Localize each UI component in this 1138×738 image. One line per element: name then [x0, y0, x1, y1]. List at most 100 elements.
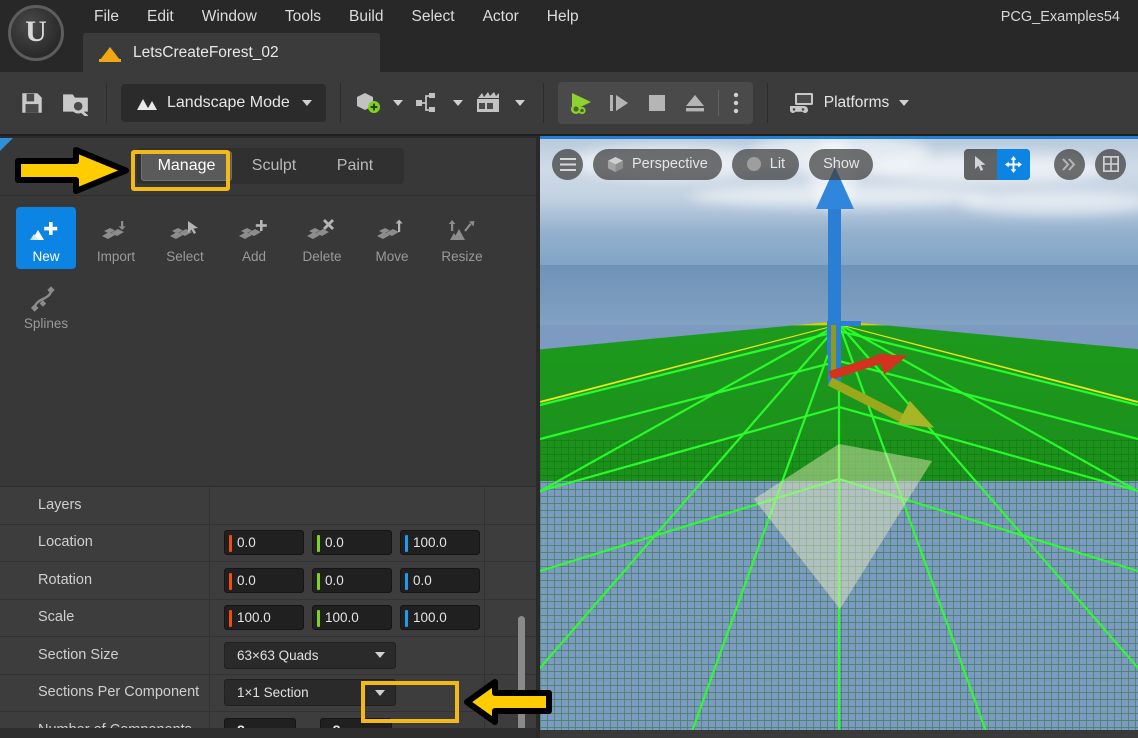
- stop-button[interactable]: [638, 84, 676, 122]
- menu-window[interactable]: Window: [188, 0, 271, 33]
- scale-x-input[interactable]: 100.0: [224, 605, 304, 631]
- tool-move[interactable]: Move: [362, 207, 422, 269]
- viewport-bottom-bar: [540, 730, 1138, 738]
- splines-icon: [29, 282, 63, 316]
- viewport-layout-icon: [1102, 156, 1119, 172]
- translate-mode-button[interactable]: [997, 148, 1030, 180]
- blueprints-dropdown[interactable]: [409, 84, 469, 122]
- more-options-icon: [733, 92, 738, 114]
- chevron-down-icon: [514, 100, 525, 106]
- annotation-arrow-left: [464, 679, 552, 725]
- eject-icon: [685, 95, 704, 112]
- unreal-editor-window: U File Edit Window Tools Build Select Ac…: [0, 0, 1138, 738]
- unreal-logo-icon[interactable]: U: [8, 5, 64, 61]
- viewport-menu-button[interactable]: [552, 148, 583, 180]
- viewport-toolbar: Perspective Lit Show: [540, 139, 1138, 189]
- hamburger-menu-icon: [559, 157, 576, 171]
- add-actor-dropdown[interactable]: [349, 84, 409, 122]
- rotation-y-input[interactable]: 0.0: [312, 567, 392, 593]
- platforms-dropdown[interactable]: Platforms: [778, 84, 919, 122]
- delete-component-icon: [305, 215, 339, 249]
- play-button[interactable]: [562, 84, 600, 122]
- section-size-value: 63×63 Quads: [237, 647, 319, 663]
- play-controls-group: [557, 82, 753, 124]
- mode-tabs-group: Manage Sculpt Paint: [137, 148, 404, 184]
- viewport-expand-toolbar-button[interactable]: [1054, 148, 1085, 180]
- tool-import-label: Import: [96, 249, 136, 264]
- menu-bar: U File Edit Window Tools Build Select Ac…: [0, 0, 1138, 72]
- toolbar-divider-4: [766, 83, 768, 123]
- level-viewport[interactable]: Z X Y Perspective: [540, 136, 1138, 734]
- scale-y-input[interactable]: 100.0: [312, 605, 392, 631]
- viewport-camera-label: Perspective: [632, 156, 708, 172]
- viewport-lighting-dropdown[interactable]: Lit: [731, 148, 800, 180]
- tool-splines-label: Splines: [23, 316, 69, 331]
- tool-delete[interactable]: Delete: [292, 207, 352, 269]
- tool-new-label: New: [32, 249, 60, 264]
- property-row-rotation: Rotation 0.0 0.0 0.0: [0, 561, 536, 600]
- browse-content-button[interactable]: [54, 81, 98, 125]
- tool-add[interactable]: Add: [224, 207, 284, 269]
- property-extra-col: [484, 562, 536, 600]
- section-size-dropdown[interactable]: 63×63 Quads: [224, 641, 396, 669]
- property-row-layers: Layers: [0, 486, 536, 525]
- menu-build[interactable]: Build: [335, 0, 397, 33]
- tab-manage[interactable]: Manage: [141, 151, 232, 181]
- tab-sculpt[interactable]: Sculpt: [232, 151, 316, 181]
- play-more-options-button[interactable]: [723, 84, 749, 122]
- rotation-z-input[interactable]: 0.0: [400, 567, 480, 593]
- viewport-show-dropdown[interactable]: Show: [809, 148, 874, 180]
- cube-perspective-icon: [607, 156, 624, 172]
- toolbar-divider-2: [339, 83, 341, 123]
- landscape-mountain-icon: [137, 99, 157, 110]
- eject-button[interactable]: [676, 84, 714, 122]
- menu-actor[interactable]: Actor: [469, 0, 533, 33]
- landscape-mode-dropdown[interactable]: Landscape Mode: [121, 84, 326, 122]
- resize-component-icon: [445, 215, 479, 249]
- document-tab-letscreateforest[interactable]: LetsCreateForest_02: [83, 33, 380, 72]
- property-extra-col: [484, 524, 536, 562]
- step-forward-button[interactable]: [600, 84, 638, 122]
- viewport-camera-dropdown[interactable]: Perspective: [593, 148, 722, 180]
- project-name: PCG_Examples54: [1000, 9, 1120, 25]
- cinematics-icon: [476, 92, 499, 112]
- tool-new[interactable]: New: [16, 207, 76, 269]
- save-button[interactable]: [10, 81, 54, 125]
- sections-per-component-value: 1×1 Section: [237, 685, 309, 701]
- platforms-label: Platforms: [823, 94, 890, 111]
- select-component-icon: [168, 215, 202, 249]
- tool-select[interactable]: Select: [155, 207, 215, 269]
- tool-resize[interactable]: Resize: [432, 207, 492, 269]
- property-label-rotation: Rotation: [0, 561, 210, 599]
- step-forward-icon: [609, 95, 628, 111]
- chevron-down-icon: [375, 652, 385, 659]
- browse-content-icon: [63, 94, 89, 116]
- menu-tools[interactable]: Tools: [271, 0, 335, 33]
- landscape-mountain-icon: [99, 44, 121, 62]
- menu-edit[interactable]: Edit: [133, 0, 188, 33]
- tool-delete-label: Delete: [302, 249, 342, 264]
- cinematics-dropdown[interactable]: [469, 84, 531, 122]
- menu-file[interactable]: File: [80, 0, 133, 33]
- chevron-double-right-icon: [1062, 157, 1076, 171]
- move-component-icon: [375, 215, 409, 249]
- property-row-sections-per-component: Sections Per Component 1×1 Section: [0, 674, 536, 712]
- menu-select[interactable]: Select: [398, 0, 469, 33]
- property-row-section-size: Section Size 63×63 Quads: [0, 636, 536, 675]
- tool-import[interactable]: Import: [86, 207, 146, 269]
- location-x-input[interactable]: 0.0: [224, 530, 304, 556]
- stop-icon: [648, 95, 665, 111]
- viewport-layout-button[interactable]: [1095, 148, 1126, 180]
- location-y-input[interactable]: 0.0: [312, 530, 392, 556]
- location-z-input[interactable]: 100.0: [400, 530, 480, 556]
- scale-z-input[interactable]: 100.0: [400, 605, 480, 631]
- property-row-scale: Scale 100.0 100.0 100.0: [0, 599, 536, 637]
- tool-splines[interactable]: Splines: [16, 274, 76, 336]
- rotation-x-input[interactable]: 0.0: [224, 567, 304, 593]
- select-mode-button[interactable]: [964, 149, 997, 180]
- menu-help[interactable]: Help: [533, 0, 593, 33]
- sections-per-component-dropdown[interactable]: 1×1 Section: [224, 679, 396, 707]
- chevron-down-icon: [392, 100, 403, 106]
- tab-paint[interactable]: Paint: [316, 151, 394, 181]
- translate-gizmo-icon: [1005, 155, 1022, 173]
